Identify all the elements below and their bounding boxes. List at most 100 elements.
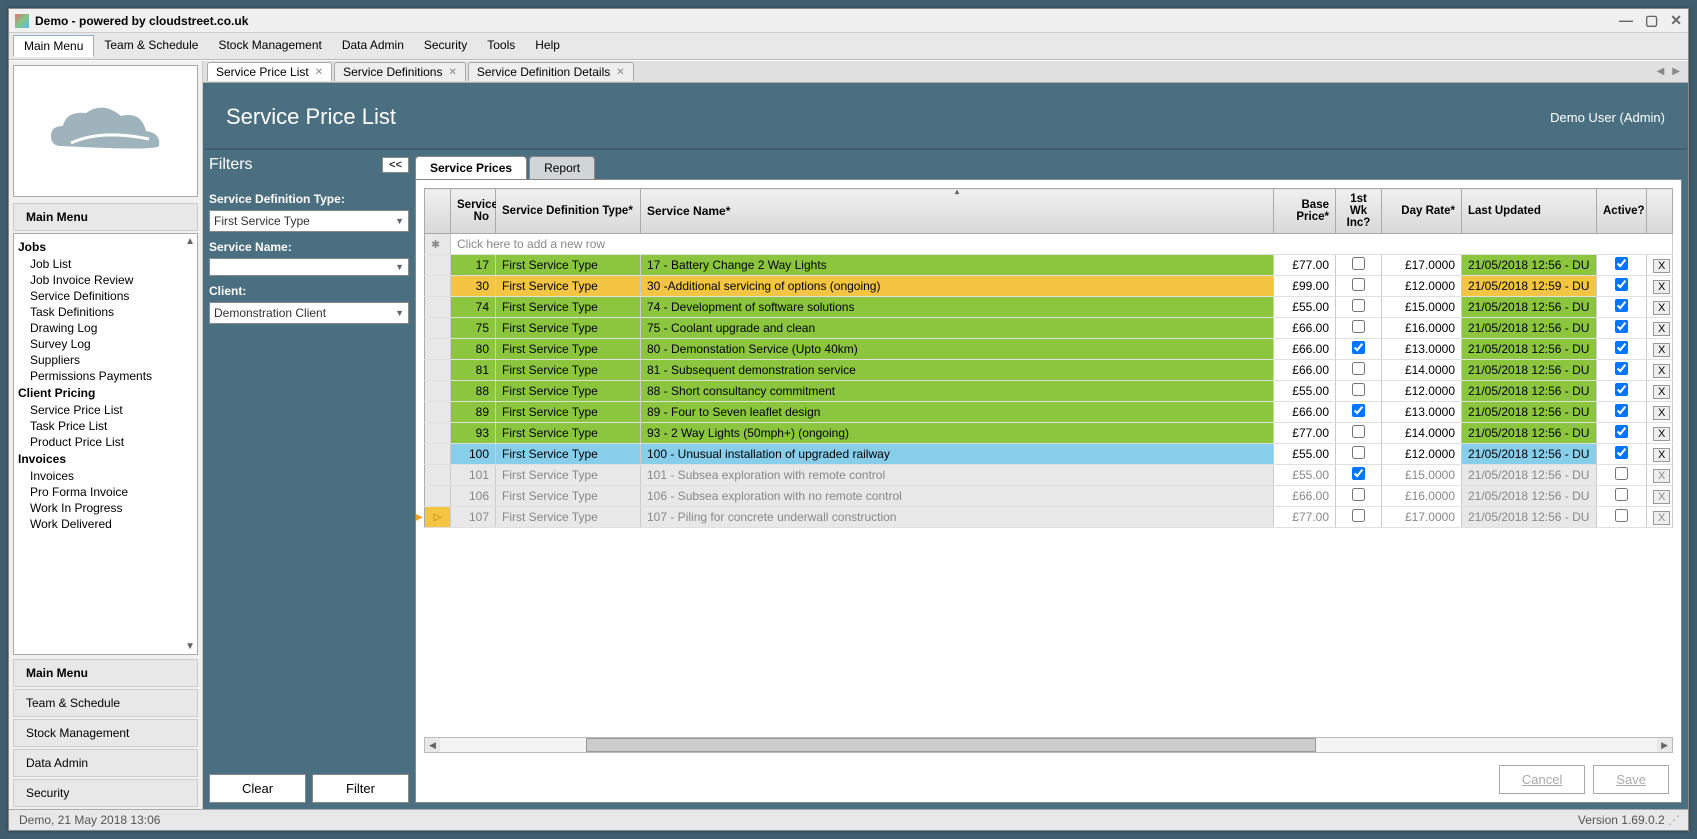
delete-row-button[interactable]: X [1653,406,1670,420]
wk-checkbox[interactable] [1352,299,1365,312]
nav-item-product-price-list[interactable]: Product Price List [18,434,193,450]
wk-checkbox[interactable] [1352,467,1365,480]
wk-checkbox[interactable] [1352,488,1365,501]
nav-group-client-pricing[interactable]: Client Pricing [18,384,193,402]
active-checkbox[interactable] [1615,383,1628,396]
delete-row-button[interactable]: X [1653,301,1670,315]
wk-checkbox[interactable] [1352,383,1365,396]
menu-data-admin[interactable]: Data Admin [332,35,414,57]
active-checkbox[interactable] [1615,446,1628,459]
scroll-up-icon[interactable]: ▲ [185,236,195,247]
col-name[interactable]: Service Name*▴ [641,189,1274,234]
table-row[interactable]: 101First Service Type101 - Subsea explor… [425,465,1673,486]
close-tab-icon[interactable]: ✕ [448,67,456,78]
nav-item-suppliers[interactable]: Suppliers [18,352,193,368]
delete-row-button[interactable]: X [1653,448,1670,462]
col-updated[interactable]: Last Updated [1462,189,1597,234]
nav-item-job-list[interactable]: Job List [18,256,193,272]
table-row[interactable]: 81First Service Type81 - Subsequent demo… [425,360,1673,381]
active-checkbox[interactable] [1615,467,1628,480]
nav-item-survey-log[interactable]: Survey Log [18,336,193,352]
table-row[interactable]: ▷107First Service Type107 - Piling for c… [425,507,1673,528]
nav-item-work-in-progress[interactable]: Work In Progress [18,500,193,516]
col-service-no[interactable]: Service No [451,189,496,234]
active-checkbox[interactable] [1615,320,1628,333]
table-row[interactable]: 17First Service Type17 - Battery Change … [425,255,1673,276]
active-checkbox[interactable] [1615,425,1628,438]
menu-stock-management[interactable]: Stock Management [208,35,331,57]
active-checkbox[interactable] [1615,341,1628,354]
nav-item-task-definitions[interactable]: Task Definitions [18,304,193,320]
table-row[interactable]: 106First Service Type106 - Subsea explor… [425,486,1673,507]
scrollbar-thumb[interactable] [586,738,1316,752]
table-row[interactable]: 30First Service Type30 -Additional servi… [425,276,1673,297]
delete-row-button[interactable]: X [1653,511,1670,525]
collapse-filters-button[interactable]: << [382,157,409,173]
cancel-button[interactable]: Cancel [1499,765,1585,794]
col-rate[interactable]: Day Rate* [1382,189,1462,234]
filter-name-select[interactable]: ▼ [209,258,409,276]
wk-checkbox[interactable] [1352,446,1365,459]
delete-row-button[interactable]: X [1653,259,1670,273]
accordion-data-admin[interactable]: Data Admin [13,749,198,777]
accordion-main-menu[interactable]: Main Menu [13,659,198,687]
accordion-security[interactable]: Security [13,779,198,807]
wk-checkbox[interactable] [1352,509,1365,522]
col-type[interactable]: Service Definition Type* [496,189,641,234]
delete-row-button[interactable]: X [1653,427,1670,441]
menu-tools[interactable]: Tools [477,35,525,57]
nav-item-service-price-list[interactable]: Service Price List [18,402,193,418]
tab-prev-icon[interactable]: ◀ [1653,66,1669,77]
wk-checkbox[interactable] [1352,320,1365,333]
menu-security[interactable]: Security [414,35,477,57]
nav-item-invoices[interactable]: Invoices [18,468,193,484]
wk-checkbox[interactable] [1352,362,1365,375]
wk-checkbox[interactable] [1352,257,1365,270]
delete-row-button[interactable]: X [1653,322,1670,336]
active-checkbox[interactable] [1615,257,1628,270]
nav-item-pro-forma-invoice[interactable]: Pro Forma Invoice [18,484,193,500]
maximize-icon[interactable]: ▢ [1645,12,1658,29]
col-base[interactable]: Base Price* [1274,189,1336,234]
new-row[interactable]: ✱ Click here to add a new row [425,234,1673,255]
nav-group-invoices[interactable]: Invoices [18,450,193,468]
wk-checkbox[interactable] [1352,341,1365,354]
delete-row-button[interactable]: X [1653,280,1670,294]
accordion-stock-management[interactable]: Stock Management [13,719,198,747]
close-tab-icon[interactable]: ✕ [315,67,323,78]
col-wk[interactable]: 1st Wk Inc? [1336,189,1382,234]
table-row[interactable]: 100First Service Type100 - Unusual insta… [425,444,1673,465]
filter-client-select[interactable]: Demonstration Client ▼ [209,302,409,324]
tab-next-icon[interactable]: ▶ [1668,66,1684,77]
nav-tree[interactable]: ▲ ▼ JobsJob ListJob Invoice Review Servic… [13,233,198,655]
tab-service-definition-details[interactable]: Service Definition Details✕ [468,62,634,81]
filter-button[interactable]: Filter [312,774,409,803]
nav-item-permissions-payments[interactable]: Permissions Payments [18,368,193,384]
scroll-right-icon[interactable]: ▶ [1657,740,1672,751]
active-checkbox[interactable] [1615,299,1628,312]
table-row[interactable]: 93First Service Type93 - 2 Way Lights (5… [425,423,1673,444]
scroll-left-icon[interactable]: ◀ [425,740,440,751]
table-row[interactable]: 88First Service Type88 - Short consultan… [425,381,1673,402]
delete-row-button[interactable]: X [1653,343,1670,357]
filter-type-select[interactable]: First Service Type ▼ [209,210,409,232]
table-row[interactable]: 89First Service Type89 - Four to Seven l… [425,402,1673,423]
nav-item-job-invoice-review[interactable]: Job Invoice Review [18,272,193,288]
active-checkbox[interactable] [1615,362,1628,375]
delete-row-button[interactable]: X [1653,469,1670,483]
active-checkbox[interactable] [1615,509,1628,522]
nav-item-work-delivered[interactable]: Work Delivered [18,516,193,532]
active-checkbox[interactable] [1615,404,1628,417]
nav-group-jobs[interactable]: Jobs [18,238,193,256]
scroll-down-icon[interactable]: ▼ [185,641,195,652]
wk-checkbox[interactable] [1352,425,1365,438]
menu-main-menu[interactable]: Main Menu [13,35,94,57]
col-active[interactable]: Active? [1597,189,1647,234]
tab-service-price-list[interactable]: Service Price List✕ [207,62,332,81]
menu-team-schedule[interactable]: Team & Schedule [94,35,208,57]
wk-checkbox[interactable] [1352,278,1365,291]
close-icon[interactable]: ✕ [1670,12,1682,29]
table-row[interactable]: 74First Service Type74 - Development of … [425,297,1673,318]
delete-row-button[interactable]: X [1653,385,1670,399]
resize-grip-icon[interactable]: ⋰ [1668,813,1678,827]
